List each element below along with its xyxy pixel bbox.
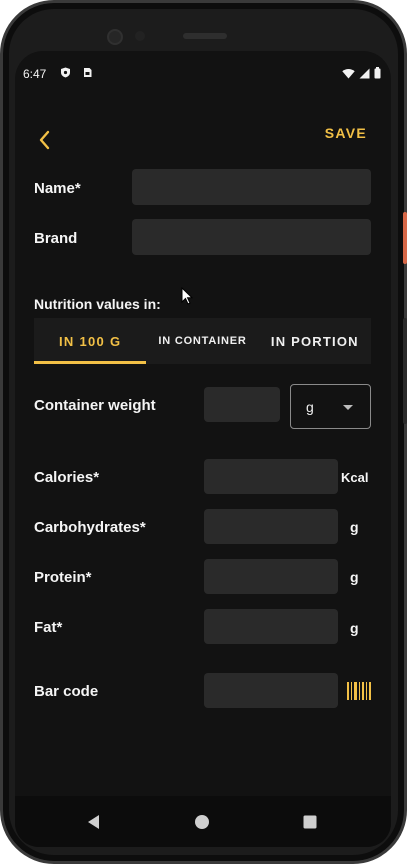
fat-label: Fat* bbox=[34, 619, 63, 636]
tab-label: IN PORTION bbox=[270, 333, 359, 349]
tab-label: IN 100 G bbox=[58, 333, 122, 349]
weight-unit-dropdown[interactable]: g bbox=[290, 384, 371, 429]
recents-square-icon[interactable] bbox=[299, 811, 321, 833]
app-screen: 6:47 SAVE Name* Brand Nutrition values i… bbox=[15, 51, 391, 847]
container-weight-label: Container weight bbox=[34, 397, 156, 414]
tab-in-container[interactable]: IN CONTAINER bbox=[146, 318, 258, 364]
nutrition-values-label: Nutrition values in: bbox=[34, 296, 161, 312]
sim-icon bbox=[84, 68, 92, 77]
container-weight-input[interactable] bbox=[204, 387, 280, 422]
fat-input[interactable] bbox=[204, 609, 338, 644]
battery-icon bbox=[374, 67, 381, 79]
dropdown-caret-icon bbox=[343, 405, 353, 410]
bar-code-input[interactable] bbox=[204, 673, 338, 708]
mouse-pointer-icon bbox=[181, 287, 194, 305]
tab-label: IN CONTAINER bbox=[158, 335, 247, 347]
brand-input[interactable] bbox=[132, 219, 371, 255]
front-camera bbox=[107, 29, 123, 45]
calories-label: Calories* bbox=[34, 469, 100, 486]
protein-label: Protein* bbox=[34, 569, 92, 586]
shield-icon bbox=[61, 67, 70, 78]
status-time: 6:47 bbox=[23, 67, 47, 81]
barcode-icon[interactable] bbox=[346, 681, 372, 701]
chevron-left-icon[interactable] bbox=[33, 127, 59, 153]
nutrition-basis-tabs: IN 100 G IN CONTAINER IN PORTION bbox=[34, 318, 371, 364]
brand-label: Brand bbox=[34, 230, 78, 247]
weight-unit-value: g bbox=[306, 399, 314, 415]
tab-in-portion[interactable]: IN PORTION bbox=[259, 318, 371, 364]
name-input[interactable] bbox=[132, 169, 371, 205]
signal-icon bbox=[359, 68, 370, 78]
carbohydrates-label: Carbohydrates* bbox=[34, 519, 146, 536]
status-bar: 6:47 bbox=[15, 51, 391, 97]
tab-in-100-g[interactable]: IN 100 G bbox=[34, 318, 147, 364]
carbohydrates-unit: g bbox=[350, 519, 359, 535]
status-right-icons bbox=[342, 67, 381, 79]
system-navigation-bar bbox=[15, 796, 391, 847]
calories-input[interactable] bbox=[204, 459, 338, 494]
calories-unit: Kcal bbox=[341, 470, 369, 485]
fat-unit: g bbox=[350, 620, 359, 636]
save-button[interactable]: SAVE bbox=[325, 125, 367, 141]
wifi-icon bbox=[342, 68, 355, 78]
carbohydrates-input[interactable] bbox=[204, 509, 338, 544]
power-button[interactable] bbox=[403, 212, 407, 264]
proximity-sensor bbox=[135, 31, 145, 41]
protein-input[interactable] bbox=[204, 559, 338, 594]
back-triangle-icon[interactable] bbox=[83, 811, 105, 833]
selected-tab-indicator bbox=[34, 361, 147, 364]
home-circle-icon[interactable] bbox=[191, 811, 213, 833]
volume-button[interactable] bbox=[403, 318, 407, 424]
name-label: Name* bbox=[34, 180, 81, 197]
earpiece-speaker bbox=[183, 33, 227, 39]
protein-unit: g bbox=[350, 569, 359, 585]
bar-code-label: Bar code bbox=[34, 683, 99, 700]
